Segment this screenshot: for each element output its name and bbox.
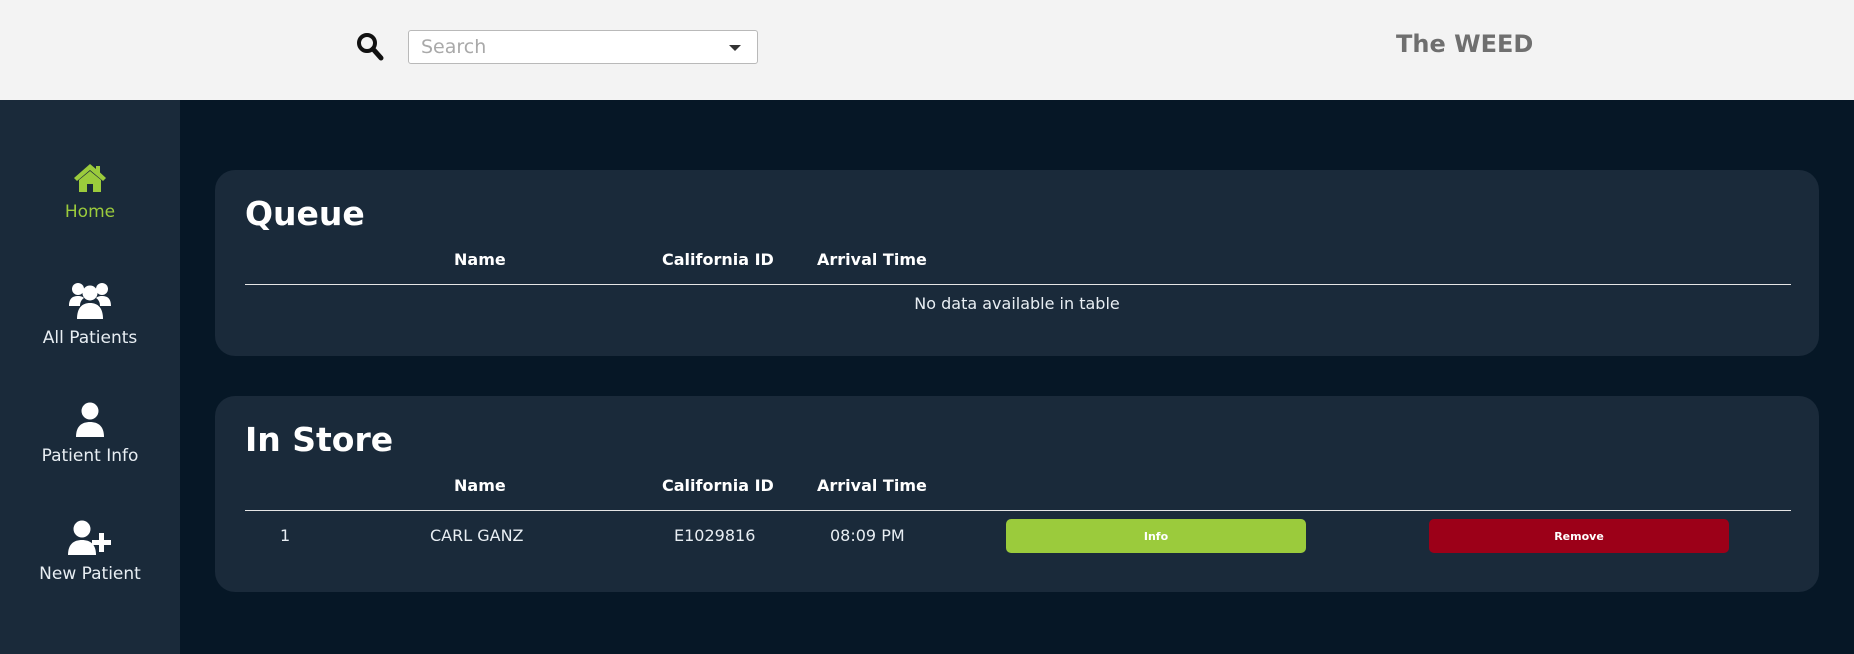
sidebar-item-patient-info[interactable]: Patient Info bbox=[0, 402, 180, 502]
info-button[interactable]: Info bbox=[1006, 519, 1306, 553]
table-divider bbox=[245, 510, 1791, 511]
search-icon[interactable] bbox=[356, 32, 384, 62]
column-header-name[interactable]: Name bbox=[454, 476, 506, 495]
table-divider bbox=[245, 284, 1791, 285]
in-store-card: In Store Name California ID Arrival Time… bbox=[215, 396, 1819, 592]
patient-arrival-time: 08:09 PM bbox=[830, 526, 905, 545]
sidebar-item-all-patients[interactable]: All Patients bbox=[0, 280, 180, 380]
sidebar-item-label: Home bbox=[64, 202, 116, 222]
in-store-title: In Store bbox=[245, 420, 394, 459]
queue-card: Queue Name California ID Arrival Time No… bbox=[215, 170, 1819, 356]
sidebar-item-label: Patient Info bbox=[41, 446, 139, 466]
column-header-arrival-time[interactable]: Arrival Time bbox=[817, 250, 927, 269]
sidebar-item-label: New Patient bbox=[39, 564, 141, 584]
home-icon bbox=[74, 164, 106, 192]
sidebar-item-new-patient[interactable]: New Patient bbox=[0, 520, 180, 620]
column-header-name[interactable]: Name bbox=[454, 250, 506, 269]
users-icon bbox=[69, 283, 111, 319]
empty-table-message: No data available in table bbox=[914, 294, 1120, 313]
queue-title: Queue bbox=[245, 194, 365, 233]
chevron-down-icon[interactable] bbox=[729, 45, 741, 51]
search-input[interactable] bbox=[421, 36, 711, 58]
sidebar-item-home[interactable]: Home bbox=[0, 162, 180, 262]
user-icon bbox=[76, 402, 104, 437]
column-header-arrival-time[interactable]: Arrival Time bbox=[817, 476, 927, 495]
patient-california-id: E1029816 bbox=[674, 526, 756, 545]
column-header-california-id[interactable]: California ID bbox=[662, 476, 774, 495]
sidebar-item-label: All Patients bbox=[42, 328, 138, 348]
top-bar: The WEED bbox=[0, 0, 1854, 100]
patient-name: CARL GANZ bbox=[430, 526, 524, 545]
search-select[interactable] bbox=[408, 30, 758, 64]
column-header-california-id[interactable]: California ID bbox=[662, 250, 774, 269]
brand-title: The WEED bbox=[1396, 30, 1534, 58]
remove-button[interactable]: Remove bbox=[1429, 519, 1729, 553]
user-plus-icon bbox=[68, 520, 111, 555]
row-index: 1 bbox=[280, 526, 291, 545]
sidebar: Home All Patients Patient Info New Patie… bbox=[0, 100, 180, 654]
